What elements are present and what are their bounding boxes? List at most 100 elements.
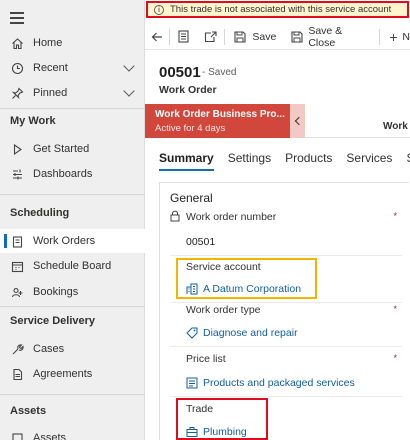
nav-item-label: Work Orders (33, 235, 96, 247)
nav-item-cases[interactable]: Cases (0, 337, 145, 361)
trade-link[interactable]: Plumbing (203, 426, 247, 438)
lock-icon (170, 210, 180, 222)
bookings-icon (10, 285, 24, 299)
open-in-new-window-icon (203, 30, 217, 44)
nav-item-bookings[interactable]: Bookings (0, 280, 145, 304)
record-save-status: - Saved (202, 67, 237, 78)
save-close-icon (290, 30, 303, 44)
form-view-button[interactable] (170, 24, 196, 50)
nav-item-dashboards[interactable]: Dashboards (0, 162, 145, 186)
main-content: i This trade is not associated with this… (145, 0, 410, 440)
tab-services[interactable]: Services (346, 151, 392, 165)
required-indicator: * (393, 211, 397, 221)
save-button[interactable]: Save (233, 24, 276, 50)
clock-icon (10, 61, 24, 75)
account-icon (186, 283, 198, 295)
document-icon (10, 367, 24, 381)
save-and-close-button[interactable]: Save & Close (290, 24, 367, 50)
chevron-left-icon (294, 116, 304, 126)
nav-item-label: Schedule Board (33, 260, 112, 272)
save-icon (233, 30, 247, 44)
back-arrow-icon (150, 30, 164, 44)
toolbar-separator (224, 28, 226, 45)
nav-item-label: Get Started (33, 143, 90, 155)
warning-message: This trade is not associated with this s… (170, 4, 392, 15)
tab-products[interactable]: Products (285, 151, 332, 165)
service-account-link[interactable]: A Datum Corporation (203, 283, 301, 295)
nav-item-schedule-board[interactable]: Schedule Board (0, 254, 145, 278)
dashboard-icon (10, 167, 24, 181)
clipboard-icon (10, 234, 24, 248)
section-heading-assets: Assets (10, 405, 47, 417)
sidebar-divider (0, 394, 145, 395)
back-button[interactable] (145, 24, 169, 50)
tab-summary[interactable]: Summary (159, 151, 214, 171)
section-heading-service-delivery: Service Delivery (10, 315, 96, 327)
new-button[interactable]: + N (386, 24, 410, 50)
nav-item-label: Pinned (33, 87, 68, 99)
field-value-service-account[interactable]: A Datum Corporation (186, 283, 301, 295)
nav-item-pinned[interactable]: Pinned (0, 81, 145, 105)
calendar-icon (10, 259, 24, 273)
sidebar-divider (0, 306, 145, 307)
toolbar-separator (379, 28, 381, 45)
field-label-work-order-number: Work order number (186, 211, 277, 223)
field-divider (170, 346, 402, 347)
form-icon (176, 30, 190, 44)
nav-item-label: Agreements (33, 368, 93, 380)
home-icon (10, 36, 24, 50)
price-list-icon (186, 377, 198, 389)
tag-icon (186, 327, 198, 339)
bpf-stage-name: Work Order Business Pro... (155, 109, 285, 120)
sidebar-divider (0, 108, 145, 109)
bpf-active-stage[interactable]: Work Order Business Pro... Active for 4 … (145, 104, 290, 138)
field-label-trade: Trade (186, 403, 214, 415)
tab-settings[interactable]: Settings (228, 151, 271, 165)
field-divider (170, 255, 402, 256)
record-title: 00501 (159, 64, 201, 81)
field-label-service-account: Service account (186, 261, 261, 273)
field-divider (170, 396, 402, 397)
nav-item-agreements[interactable]: Agreements (0, 362, 145, 386)
form-tabs: Summary Settings Products Services Se (159, 151, 410, 171)
hamburger-menu-icon[interactable] (10, 12, 24, 24)
general-section: General Work order number * 00501 Servic… (159, 182, 409, 440)
play-icon (10, 142, 24, 156)
business-process-flow: Work Order Business Pro... Active for 4 … (145, 104, 410, 138)
field-value-trade[interactable]: Plumbing (186, 426, 247, 438)
nav-item-home[interactable]: Home (0, 31, 145, 55)
open-new-window-button[interactable] (196, 24, 224, 50)
wrench-icon (10, 342, 24, 356)
section-heading-my-work: My Work (10, 115, 56, 127)
nav-item-get-started[interactable]: Get Started (0, 137, 145, 161)
bpf-next-stage[interactable]: Work (383, 121, 408, 132)
sidebar-divider (0, 194, 145, 195)
field-value-work-order-type[interactable]: Diagnose and repair (186, 327, 298, 339)
bpf-stage-duration: Active for 4 days (155, 123, 226, 134)
work-order-type-link[interactable]: Diagnose and repair (203, 327, 298, 339)
info-icon: i (154, 4, 164, 15)
new-button-label: N (402, 30, 410, 43)
nav-item-label: Bookings (33, 286, 79, 298)
field-value-price-list[interactable]: Products and packaged services (186, 377, 355, 389)
nav-item-label: Home (33, 37, 63, 49)
tab-service-tasks[interactable]: Se (406, 151, 410, 165)
chevron-down-icon[interactable] (123, 60, 135, 72)
nav-item-assets[interactable]: Assets (0, 426, 145, 440)
chevron-down-icon[interactable] (123, 85, 135, 97)
sitemap-sidebar: Home Recent Pinned My Work Get Started D… (0, 0, 145, 440)
field-value-work-order-number: 00501 (186, 236, 216, 248)
section-title: General (170, 191, 213, 205)
record-entity-name: Work Order (159, 84, 217, 96)
bpf-collapse-button[interactable] (290, 104, 305, 138)
save-and-close-label: Save & Close (308, 24, 343, 49)
required-indicator: * (393, 304, 397, 314)
nav-item-work-orders[interactable]: Work Orders (0, 229, 145, 253)
save-button-label: Save (252, 30, 277, 43)
command-bar: Save Save & Close + N (145, 24, 410, 50)
plus-icon: + (389, 28, 398, 45)
price-list-link[interactable]: Products and packaged services (203, 377, 355, 389)
field-divider (170, 302, 402, 303)
nav-item-recent[interactable]: Recent (0, 56, 145, 80)
field-label-work-order-type: Work order type (186, 304, 261, 316)
